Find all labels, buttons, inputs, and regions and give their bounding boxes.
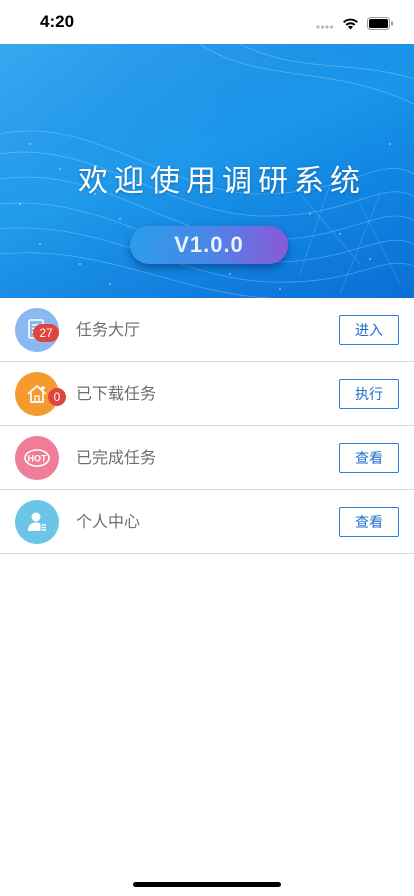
- menu-item-completed-tasks: HOT 已完成任务 查看: [0, 426, 414, 490]
- wifi-icon: [342, 15, 359, 34]
- battery-icon: [367, 15, 394, 34]
- menu-item-label: 个人中心: [76, 512, 141, 531]
- menu-list: 27 任务大厅 进入 0 已下载任务 执行 HOT 已完成任务 查看 个人中心 …: [0, 298, 414, 554]
- home-indicator: [133, 882, 281, 887]
- view-button[interactable]: 查看: [339, 507, 399, 537]
- hot-icon: HOT: [15, 436, 59, 480]
- person-icon: [15, 500, 59, 544]
- menu-item-label: 任务大厅: [76, 320, 141, 339]
- count-badge: 0: [48, 388, 66, 406]
- status-icons: [316, 15, 394, 34]
- welcome-title: 欢迎使用调研系统: [78, 164, 366, 199]
- menu-item-personal-center: 个人中心 查看: [0, 490, 414, 554]
- menu-item-label: 已下载任务: [76, 384, 157, 403]
- count-badge: 27: [33, 324, 59, 342]
- status-time: 4:20: [40, 12, 75, 31]
- enter-button[interactable]: 进入: [339, 315, 399, 345]
- menu-item-downloaded-tasks: 0 已下载任务 执行: [0, 362, 414, 426]
- welcome-banner: 欢迎使用调研系统 V1.0.0: [0, 44, 414, 298]
- version-badge: V1.0.0: [130, 226, 288, 264]
- svg-text:HOT: HOT: [28, 454, 48, 464]
- menu-item-task-hall: 27 任务大厅 进入: [0, 298, 414, 362]
- cellular-icon: [316, 15, 334, 34]
- execute-button[interactable]: 执行: [339, 379, 399, 409]
- menu-item-label: 已完成任务: [76, 448, 157, 467]
- status-bar: 4:20: [0, 0, 414, 44]
- view-button[interactable]: 查看: [339, 443, 399, 473]
